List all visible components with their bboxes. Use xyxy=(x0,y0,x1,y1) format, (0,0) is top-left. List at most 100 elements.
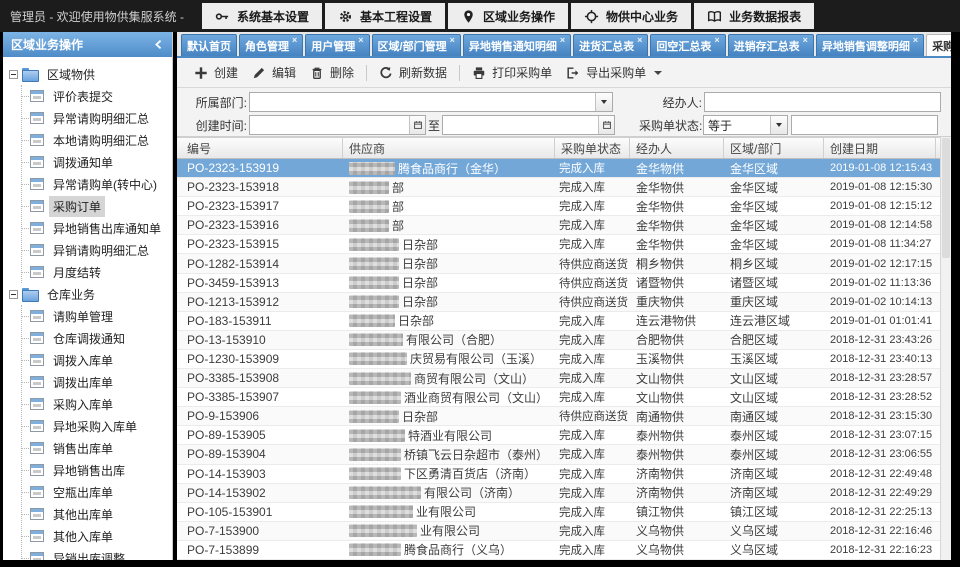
tab-label: 回空汇总表 xyxy=(656,38,711,54)
close-icon[interactable]: × xyxy=(803,35,808,46)
chevron-down-icon[interactable] xyxy=(595,93,612,111)
date-from-input[interactable] xyxy=(249,115,426,135)
tab-默认首页[interactable]: 默认首页 xyxy=(181,34,237,56)
tab-进货汇总表[interactable]: 进货汇总表× xyxy=(573,34,648,56)
table-row[interactable]: PO-2323-153918部完成入库金华物供金华区域2019-01-08 12… xyxy=(177,178,940,197)
operator-filter-input[interactable] xyxy=(704,92,941,112)
close-icon[interactable]: × xyxy=(714,35,719,46)
collapse-expander-icon[interactable] xyxy=(9,290,18,299)
sidebar-item-异地销售出库通知单[interactable]: 异地销售出库通知单 xyxy=(22,217,172,239)
创建-button[interactable]: 创建 xyxy=(187,60,245,85)
table-row[interactable]: PO-2323-153915日杂部完成入库金华物供金华区域2019-01-08 … xyxy=(177,235,940,254)
table-row[interactable]: PO-2323-153917部完成入库金华物供金华区域2019-01-08 12… xyxy=(177,197,940,216)
table-row[interactable]: PO-9-153906日杂部待供应商送货南通物供南通区域2018-12-31 2… xyxy=(177,407,940,426)
sidebar-item-月度结转[interactable]: 月度结转 xyxy=(22,261,172,283)
calendar-icon[interactable] xyxy=(409,116,425,134)
table-row[interactable]: PO-13-153910有限公司（合肥）完成入库合肥物供合肥区域2018-12-… xyxy=(177,331,940,350)
sidebar-item-异常请购单(转中心)[interactable]: 异常请购单(转中心) xyxy=(22,173,172,195)
toolbar-button-label: 刷新数据 xyxy=(399,64,447,81)
sidebar-item-仓库调拨通知[interactable]: 仓库调拨通知 xyxy=(22,327,172,349)
vertical-scrollbar[interactable] xyxy=(940,137,951,560)
刷新数据-button[interactable]: 刷新数据 xyxy=(372,60,454,85)
table-row[interactable]: PO-3385-153907酒业商贸有限公司（文山）完成入库文山物供文山区域20… xyxy=(177,388,940,407)
column-header-经办人[interactable]: 经办人 xyxy=(630,138,724,158)
toolbar-button-label: 导出采购单 xyxy=(586,64,646,81)
column-header-创建日期[interactable]: 创建日期 xyxy=(824,138,936,158)
table-row[interactable]: PO-14-153902有限公司（济南）完成入库济南物供济南区域2018-12-… xyxy=(177,484,940,503)
table-row[interactable]: PO-3385-153908商贸有限公司（文山）完成入库文山物供文山区域2018… xyxy=(177,369,940,388)
tab-角色管理[interactable]: 角色管理× xyxy=(239,34,303,56)
table-row[interactable]: PO-2323-153916部完成入库金华物供金华区域2019-01-08 12… xyxy=(177,216,940,235)
table-row[interactable]: PO-89-153904桥镇飞云日杂超市（泰州）完成入库泰州物供泰州区域2018… xyxy=(177,445,940,464)
calendar-icon[interactable] xyxy=(598,116,614,134)
menu-button[interactable]: 区域业务操作 xyxy=(448,3,568,29)
collapse-expander-icon[interactable] xyxy=(9,70,18,79)
sidebar-item-采购订单[interactable]: 采购订单 xyxy=(22,195,172,217)
chevron-left-icon[interactable] xyxy=(153,39,164,50)
sidebar-item-调拨通知单[interactable]: 调拨通知单 xyxy=(22,151,172,173)
sidebar-item-其他出库单[interactable]: 其他出库单 xyxy=(22,503,172,525)
sidebar-item-调拨入库单[interactable]: 调拨入库单 xyxy=(22,349,172,371)
sidebar-item-异常请购明细汇总[interactable]: 异常请购明细汇总 xyxy=(22,107,172,129)
close-icon[interactable]: × xyxy=(913,35,918,46)
sidebar-item-本地请购明细汇总[interactable]: 本地请购明细汇总 xyxy=(22,129,172,151)
sidebar-item-异地采购入库单[interactable]: 异地采购入库单 xyxy=(22,415,172,437)
sidebar-item-销售出库单[interactable]: 销售出库单 xyxy=(22,437,172,459)
close-icon[interactable]: × xyxy=(450,35,455,46)
menu-button[interactable]: 物供中心业务 xyxy=(571,3,691,29)
close-icon[interactable]: × xyxy=(292,35,297,46)
dept-filter-select[interactable] xyxy=(249,92,613,112)
menu-button[interactable]: 基本工程设置 xyxy=(325,3,445,29)
table-row[interactable]: PO-7-153899腾食品商行（义乌）完成入库义乌物供义乌区域2018-12-… xyxy=(177,541,940,560)
table-row[interactable]: PO-89-153905特酒业有限公司完成入库泰州物供泰州区域2018-12-3… xyxy=(177,426,940,445)
column-header-采购单状态[interactable]: 采购单状态 xyxy=(555,138,630,158)
table-row[interactable]: PO-183-153911日杂部完成入库连云港物供连云港区域2019-01-01… xyxy=(177,312,940,331)
sidebar-item-空瓶出库单[interactable]: 空瓶出库单 xyxy=(22,481,172,503)
tab-进销存汇总表[interactable]: 进销存汇总表× xyxy=(728,34,814,56)
table-row[interactable]: PO-105-153901业有限公司完成入库镇江物供镇江区域2018-12-31… xyxy=(177,503,940,522)
tab-区域/部门管理[interactable]: 区域/部门管理× xyxy=(372,34,461,56)
tab-label: 采购订单 xyxy=(932,38,951,54)
tab-回空汇总表[interactable]: 回空汇总表× xyxy=(650,34,725,56)
tab-用户管理[interactable]: 用户管理× xyxy=(305,34,369,56)
sidebar-item-调拨出库单[interactable]: 调拨出库单 xyxy=(22,371,172,393)
tree-folder[interactable]: 仓库业务 xyxy=(9,283,172,305)
table-row[interactable]: PO-14-153903下区勇清百货店（济南）完成入库济南物供济南区域2018-… xyxy=(177,465,940,484)
table-row[interactable]: PO-2323-153919腾食品商行（金华）完成入库金华物供金华区域2019-… xyxy=(177,159,940,178)
close-icon[interactable]: × xyxy=(560,35,565,46)
sidebar-item-异销出库调整[interactable]: 异销出库调整 xyxy=(22,547,172,560)
column-header-供应商[interactable]: 供应商 xyxy=(343,138,555,158)
cell-operator: 桐乡物供 xyxy=(630,254,724,272)
导出采购单-button[interactable]: 导出采购单 xyxy=(559,60,669,85)
table-row[interactable]: PO-1213-153912日杂部待供应商送货重庆物供重庆区域2019-01-0… xyxy=(177,293,940,312)
table-row[interactable]: PO-7-153900业有限公司完成入库义乌物供义乌区域2018-12-31 2… xyxy=(177,522,940,541)
menu-button[interactable]: 系统基本设置 xyxy=(202,3,322,29)
menu-button[interactable]: 业务数据报表 xyxy=(694,3,814,29)
sidebar-item-异地销售出库[interactable]: 异地销售出库 xyxy=(22,459,172,481)
tab-异地销售调整明细[interactable]: 异地销售调整明细× xyxy=(816,34,924,56)
table-row[interactable]: PO-1230-153909庆贸易有限公司（玉溪）完成入库玉溪物供玉溪区域201… xyxy=(177,350,940,369)
column-header-区域/部门[interactable]: 区域/部门 xyxy=(724,138,824,158)
sidebar-item-评价表提交[interactable]: 评价表提交 xyxy=(22,85,172,107)
sidebar-item-异销请购明细汇总[interactable]: 异销请购明细汇总 xyxy=(22,239,172,261)
cell-supplier: 下区勇清百货店（济南） xyxy=(343,465,555,483)
date-to-input[interactable] xyxy=(442,115,615,135)
编辑-button[interactable]: 编辑 xyxy=(245,60,303,85)
status-value-input[interactable] xyxy=(791,115,938,135)
sidebar-item-请购单管理[interactable]: 请购单管理 xyxy=(22,305,172,327)
sidebar-item-其他入库单[interactable]: 其他入库单 xyxy=(22,525,172,547)
table-row[interactable]: PO-1282-153914日杂部待供应商送货桐乡物供桐乡区域2019-01-0… xyxy=(177,254,940,273)
tab-采购订单[interactable]: 采购订单× xyxy=(926,34,951,56)
打印采购单-button[interactable]: 打印采购单 xyxy=(465,60,559,85)
table-row[interactable]: PO-3459-153913日杂部待供应商送货诸暨物供诸暨区域2019-01-0… xyxy=(177,274,940,293)
close-icon[interactable]: × xyxy=(637,35,642,46)
tab-异地销售通知明细[interactable]: 异地销售通知明细× xyxy=(463,34,571,56)
column-header-编号[interactable]: 编号 xyxy=(181,138,343,158)
status-operator-select[interactable]: 等于 xyxy=(703,115,788,135)
sidebar-item-采购入库单[interactable]: 采购入库单 xyxy=(22,393,172,415)
tree-folder[interactable]: 区域物供 xyxy=(9,63,172,85)
chevron-down-icon[interactable] xyxy=(770,116,787,134)
close-icon[interactable]: × xyxy=(358,35,363,46)
删除-button[interactable]: 删除 xyxy=(303,60,361,85)
scrollbar-thumb[interactable] xyxy=(942,138,950,258)
